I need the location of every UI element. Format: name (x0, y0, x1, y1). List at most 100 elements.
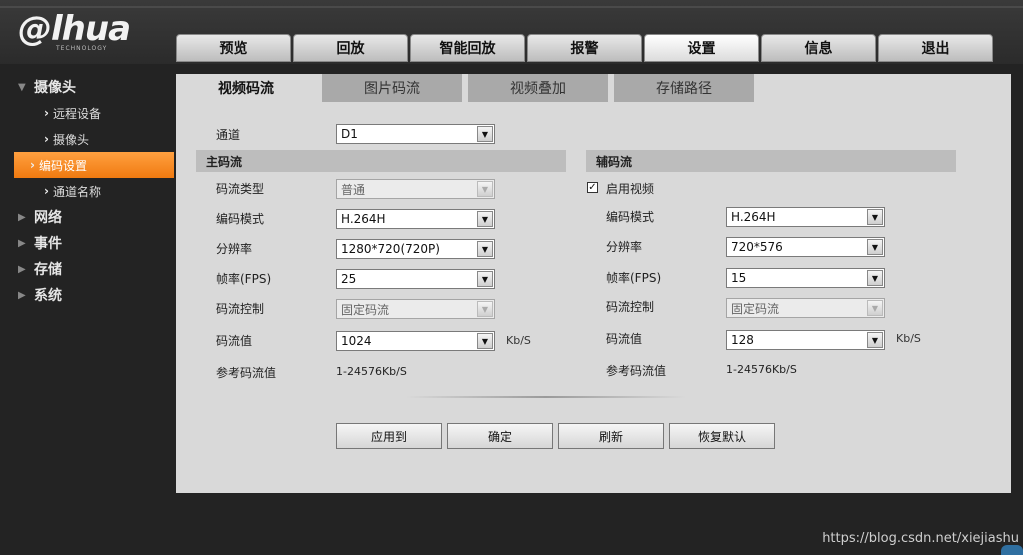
sidebar-group-network[interactable]: ▶ 网络 (0, 204, 176, 230)
dropdown-arrow-icon: ▼ (477, 181, 493, 197)
nav-tab-settings[interactable]: 设置 (644, 34, 759, 62)
main-bitrate-value: 1024 (341, 334, 372, 348)
sub-resolution-label: 分辨率 (606, 240, 643, 254)
dropdown-arrow-icon: ▼ (477, 301, 493, 317)
main-bitrate-control-value: 固定码流 (341, 302, 390, 317)
sub-ref-bitrate-value: 1-24576Kb/S (726, 363, 797, 376)
main-resolution-label: 分辨率 (216, 242, 253, 256)
sidebar-group-camera[interactable]: ▼ 摄像头 (0, 74, 176, 100)
dropdown-arrow-icon: ▼ (477, 333, 493, 349)
sub-bitrate-label: 码流值 (606, 332, 643, 346)
sidebar-item-label: 摄像头 (52, 132, 89, 147)
sidebar-item-label: 远程设备 (52, 106, 101, 121)
sub-fps-select[interactable]: 15 ▼ (726, 268, 885, 288)
sub-bitrate-value: 128 (731, 333, 754, 347)
collapsed-triangle-icon: ▶ (18, 211, 26, 223)
sidebar-item-label: 通道名称 (52, 184, 101, 199)
main-bitrate-control-select: 固定码流 ▼ (336, 299, 495, 319)
chevron-right-icon: › (44, 106, 49, 120)
header: @lhua TECHNOLOGY 预览 回放 智能回放 报警 设置 信息 退出 (0, 0, 1023, 64)
dropdown-arrow-icon: ▼ (867, 300, 883, 316)
sub-bitrate-control-value: 固定码流 (731, 301, 780, 316)
channel-value: D1 (341, 127, 358, 141)
sidebar-group-label: 摄像头 (34, 80, 76, 96)
main-mode-value: H.264H (341, 212, 386, 226)
collapsed-triangle-icon: ▶ (18, 289, 26, 301)
sidebar-group-label: 系统 (34, 288, 62, 304)
dropdown-arrow-icon: ▼ (867, 209, 883, 225)
dropdown-arrow-icon: ▼ (867, 332, 883, 348)
apply-to-button[interactable]: 应用到 (336, 423, 442, 449)
nav-tab-playback[interactable]: 回放 (293, 34, 408, 62)
refresh-button[interactable]: 刷新 (558, 423, 664, 449)
subtab-storage-path[interactable]: 存储路径 (614, 74, 754, 102)
sidebar-item-camera[interactable]: › 摄像头 (14, 126, 174, 152)
sidebar-group-label: 网络 (34, 210, 62, 226)
main-type-label: 码流类型 (216, 182, 265, 196)
main-ref-bitrate-value: 1-24576Kb/S (336, 365, 407, 378)
channel-select[interactable]: D1 ▼ (336, 124, 495, 144)
main-stream-header: 主码流 (196, 150, 566, 172)
main-ref-bitrate-label: 参考码流值 (216, 366, 277, 380)
divider (406, 396, 686, 398)
main-bitrate-label: 码流值 (216, 334, 253, 348)
sidebar-item-channel-name[interactable]: › 通道名称 (14, 178, 174, 204)
sub-resolution-select[interactable]: 720*576 ▼ (726, 237, 885, 257)
sidebar: ▼ 摄像头 › 远程设备 › 摄像头 › 编码设置 › 通道名称 ▶ 网络 ▶ … (0, 74, 176, 308)
chevron-right-icon: › (44, 132, 49, 146)
expanded-triangle-icon: ▼ (18, 81, 26, 93)
sub-bitrate-select[interactable]: 128 ▼ (726, 330, 885, 350)
main-fps-label: 帧率(FPS) (216, 272, 272, 286)
nav-tab-preview[interactable]: 预览 (176, 34, 291, 62)
sidebar-item-remote-device[interactable]: › 远程设备 (14, 100, 174, 126)
main-resolution-select[interactable]: 1280*720(720P) ▼ (336, 239, 495, 259)
enable-video-checkbox[interactable]: ✓ (587, 182, 598, 193)
sidebar-group-system[interactable]: ▶ 系统 (0, 282, 176, 308)
sub-fps-label: 帧率(FPS) (606, 271, 662, 285)
scroll-handle[interactable] (1001, 545, 1023, 555)
collapsed-triangle-icon: ▶ (18, 237, 26, 249)
main-type-value: 普通 (341, 182, 366, 197)
ok-button[interactable]: 确定 (447, 423, 553, 449)
sub-mode-select[interactable]: H.264H ▼ (726, 207, 885, 227)
dropdown-arrow-icon: ▼ (477, 211, 493, 227)
channel-label: 通道 (216, 128, 241, 142)
top-border (0, 6, 1023, 8)
main-type-select: 普通 ▼ (336, 179, 495, 199)
sidebar-group-label: 事件 (34, 236, 62, 252)
sub-bitrate-unit: Kb/S (896, 332, 921, 345)
subtab-picture-stream[interactable]: 图片码流 (322, 74, 462, 102)
main-fps-value: 25 (341, 272, 357, 286)
dropdown-arrow-icon: ▼ (867, 239, 883, 255)
brand-logo: @lhua (18, 9, 131, 49)
sub-fps-value: 15 (731, 271, 747, 285)
sidebar-group-storage[interactable]: ▶ 存储 (0, 256, 176, 282)
sidebar-group-label: 存储 (34, 262, 62, 278)
sidebar-group-event[interactable]: ▶ 事件 (0, 230, 176, 256)
sidebar-item-encode-settings[interactable]: › 编码设置 (14, 152, 174, 178)
sub-stream-header: 辅码流 (586, 150, 956, 172)
chevron-right-icon: › (44, 184, 49, 198)
nav-tab-info[interactable]: 信息 (761, 34, 876, 62)
subtab-video-stream[interactable]: 视频码流 (176, 74, 316, 102)
sidebar-item-label: 编码设置 (38, 158, 87, 173)
main-fps-select[interactable]: 25 ▼ (336, 269, 495, 289)
main-bitrate-select[interactable]: 1024 ▼ (336, 331, 495, 351)
main-resolution-value: 1280*720(720P) (341, 242, 440, 256)
sub-mode-label: 编码模式 (606, 210, 655, 224)
dropdown-arrow-icon: ▼ (867, 270, 883, 286)
main-nav: 预览 回放 智能回放 报警 设置 信息 退出 (176, 34, 993, 62)
sub-bitrate-control-label: 码流控制 (606, 300, 655, 314)
subtab-video-overlay[interactable]: 视频叠加 (468, 74, 608, 102)
main-mode-select[interactable]: H.264H ▼ (336, 209, 495, 229)
settings-panel: 视频码流 图片码流 视频叠加 存储路径 通道 D1 ▼ 主码流 码流类型 普通 … (176, 74, 1011, 493)
restore-default-button[interactable]: 恢复默认 (669, 423, 775, 449)
subtab-bar: 视频码流 图片码流 视频叠加 存储路径 (176, 74, 760, 102)
collapsed-triangle-icon: ▶ (18, 263, 26, 275)
nav-tab-smart-playback[interactable]: 智能回放 (410, 34, 525, 62)
sub-ref-bitrate-label: 参考码流值 (606, 364, 667, 378)
dropdown-arrow-icon: ▼ (477, 126, 493, 142)
nav-tab-alarm[interactable]: 报警 (527, 34, 642, 62)
sub-resolution-value: 720*576 (731, 240, 783, 254)
nav-tab-logout[interactable]: 退出 (878, 34, 993, 62)
